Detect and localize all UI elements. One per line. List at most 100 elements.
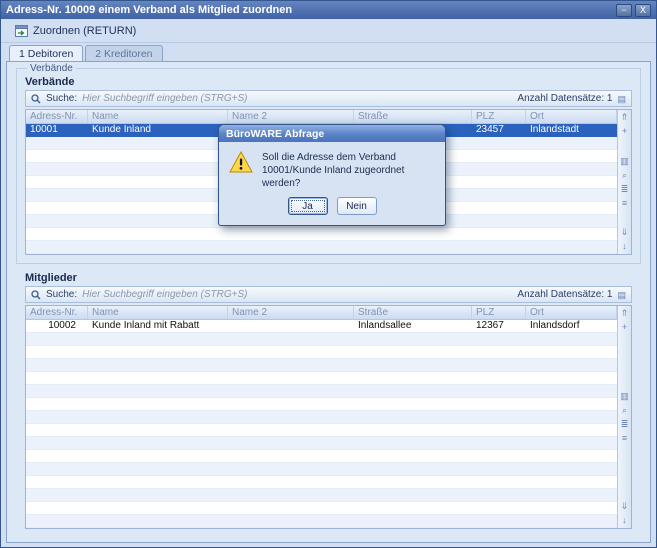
cell <box>472 202 526 214</box>
cell <box>26 137 88 149</box>
list-icon[interactable]: ≣ <box>619 184 631 195</box>
column-header[interactable]: PLZ <box>472 306 526 319</box>
cell <box>472 372 526 384</box>
yes-button[interactable]: Ja <box>288 197 328 215</box>
cell <box>472 398 526 410</box>
verbaende-search-input[interactable] <box>82 93 512 104</box>
cell <box>526 502 617 514</box>
zuordnen-icon <box>15 25 28 37</box>
edit-icon[interactable]: ▤ <box>617 290 626 300</box>
column-header[interactable]: Straße <box>354 110 472 123</box>
table-row[interactable] <box>26 398 617 411</box>
mitglieder-icon-strip: ⇑ + ▥ ⌕ ≣ ≡ ⇓ ↓ <box>617 306 631 528</box>
table-row[interactable] <box>26 372 617 385</box>
table-row[interactable] <box>26 346 617 359</box>
scroll-top-icon[interactable]: ⇑ <box>619 112 631 123</box>
table-row[interactable] <box>26 515 617 528</box>
warning-icon <box>229 151 253 173</box>
zuordnen-button[interactable]: Zuordnen (RETURN) <box>8 22 143 40</box>
filter-icon[interactable]: ≡ <box>619 433 631 444</box>
cell <box>472 450 526 462</box>
cell <box>472 163 526 175</box>
column-header[interactable]: Name 2 <box>228 110 354 123</box>
cell: Inlandstadt <box>526 124 617 136</box>
cell <box>472 437 526 449</box>
scroll-bottom-icon[interactable]: ⇓ <box>619 227 631 238</box>
table-row[interactable] <box>26 476 617 489</box>
cell <box>88 163 228 175</box>
table-row[interactable] <box>26 489 617 502</box>
cell <box>472 241 526 253</box>
table-row[interactable] <box>26 502 617 515</box>
table-row[interactable] <box>26 437 617 450</box>
cell <box>526 150 617 162</box>
table-row[interactable] <box>26 241 617 254</box>
cell <box>472 411 526 423</box>
table-row[interactable] <box>26 228 617 241</box>
scroll-top-icon[interactable]: ⇑ <box>619 308 631 319</box>
search-icon[interactable]: ⌕ <box>619 170 631 181</box>
minimize-button[interactable]: − <box>616 4 632 17</box>
filter-icon[interactable]: ≡ <box>619 198 631 209</box>
column-header[interactable]: PLZ <box>472 110 526 123</box>
table-row[interactable] <box>26 411 617 424</box>
cell <box>526 202 617 214</box>
column-header[interactable]: Ort <box>526 306 617 319</box>
search-label: Suche: <box>46 93 77 104</box>
table-row[interactable] <box>26 424 617 437</box>
columns-icon[interactable]: ▥ <box>619 156 631 167</box>
cell <box>526 424 617 436</box>
scroll-bottom-icon[interactable]: ⇓ <box>619 501 631 512</box>
cell <box>88 515 228 527</box>
cell <box>26 450 88 462</box>
verbaende-title: Verbände <box>25 76 632 88</box>
table-row[interactable] <box>26 359 617 372</box>
edit-icon[interactable]: ▤ <box>617 94 626 104</box>
table-row[interactable] <box>26 463 617 476</box>
down-icon[interactable]: ↓ <box>619 241 631 252</box>
table-row[interactable] <box>26 333 617 346</box>
cell <box>354 515 472 527</box>
dialog-buttons: Ja Nein <box>219 197 445 225</box>
table-row[interactable] <box>26 450 617 463</box>
column-header[interactable]: Name <box>88 306 228 319</box>
column-header[interactable]: Name 2 <box>228 306 354 319</box>
mitglieder-search-input[interactable] <box>82 289 512 300</box>
cell <box>88 359 228 371</box>
search-icon[interactable]: ⌕ <box>619 405 631 416</box>
cell: 12367 <box>472 320 526 332</box>
toolbar: Zuordnen (RETURN) <box>1 19 656 43</box>
no-button[interactable]: Nein <box>337 197 377 215</box>
column-header[interactable]: Adress-Nr. <box>26 110 88 123</box>
column-header[interactable]: Ort <box>526 110 617 123</box>
cell <box>88 333 228 345</box>
table-row[interactable] <box>26 385 617 398</box>
column-header[interactable]: Straße <box>354 306 472 319</box>
table-header-row: Adress-Nr.NameName 2StraßePLZOrt <box>26 110 617 124</box>
cell <box>228 437 354 449</box>
window-titlebar[interactable]: Adress-Nr. 10009 einem Verband als Mitgl… <box>1 1 656 19</box>
cell <box>88 398 228 410</box>
cell <box>472 385 526 397</box>
tab-debitoren[interactable]: 1 Debitoren <box>9 45 83 61</box>
column-header[interactable]: Adress-Nr. <box>26 306 88 319</box>
add-icon[interactable]: + <box>619 322 631 333</box>
cell <box>472 476 526 488</box>
cell <box>354 489 472 501</box>
tab-kreditoren[interactable]: 2 Kreditoren <box>85 45 162 61</box>
list-icon[interactable]: ≣ <box>619 419 631 430</box>
cell <box>88 450 228 462</box>
close-button[interactable]: X <box>635 4 651 17</box>
cell <box>228 502 354 514</box>
cell <box>526 411 617 423</box>
cell <box>472 176 526 188</box>
table-row[interactable]: 10002Kunde Inland mit RabattInlandsallee… <box>26 320 617 333</box>
tab-bar: 1 Debitoren 2 Kreditoren <box>1 43 656 61</box>
cell <box>526 385 617 397</box>
columns-icon[interactable]: ▥ <box>619 391 631 402</box>
down-icon[interactable]: ↓ <box>619 515 631 526</box>
dialog-titlebar[interactable]: BüroWARE Abfrage <box>219 125 445 142</box>
cell <box>26 163 88 175</box>
column-header[interactable]: Name <box>88 110 228 123</box>
add-icon[interactable]: + <box>619 126 631 137</box>
